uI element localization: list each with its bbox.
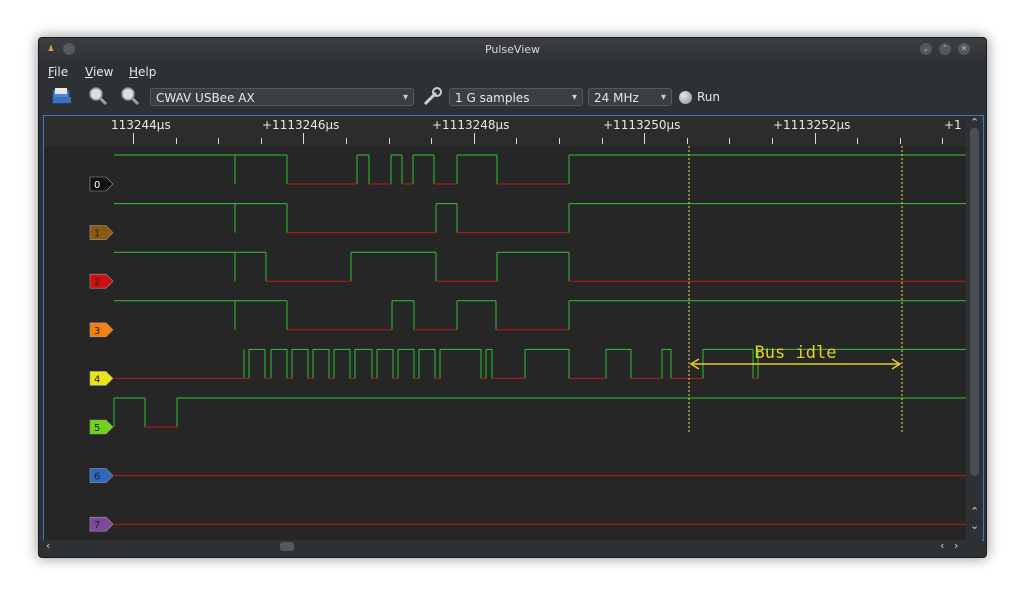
device-select[interactable]: CWAV USBee AX ▾ (150, 88, 414, 106)
close-icon[interactable]: ✕ (958, 43, 970, 55)
horizontal-scrollbar[interactable]: ‹ ‹ › (43, 540, 982, 553)
samples-select[interactable]: 1 G samples ▾ (449, 88, 583, 106)
menu-file[interactable]: File (48, 65, 68, 79)
ruler-tick (687, 138, 688, 144)
ruler-label: 113244µs (111, 118, 171, 132)
ruler-tick (559, 138, 560, 144)
scroll-right-icon[interactable]: › (954, 540, 958, 551)
zoom-in-icon[interactable] (87, 85, 109, 107)
ruler-tick (218, 138, 219, 144)
ruler-label: +1113250µs (603, 118, 681, 132)
scroll-down-icon[interactable]: ⌄ (970, 520, 979, 531)
chevron-down-icon: ▾ (571, 92, 577, 103)
ruler-tick (815, 133, 816, 144)
bus-idle-label: Bus idle (755, 343, 837, 363)
run-button[interactable]: Run (679, 87, 720, 107)
title-bar: ♟ · PulseView ⌄ ⌃ ✕ (39, 38, 986, 61)
chevron-down-icon: ▾ (402, 92, 408, 103)
scroll-up-icon[interactable]: ⌃ (970, 117, 979, 128)
channel-label: 0 (94, 180, 100, 191)
channel-label: 1 (94, 229, 100, 240)
ruler-tick (431, 138, 432, 144)
menu-help[interactable]: Help (129, 65, 156, 79)
channel-label: 5 (94, 423, 100, 434)
signal-traces[interactable]: Bus idle 0 1 2 3 4 5 6 7 (44, 146, 966, 540)
device-value: CWAV USBee AX (156, 91, 255, 105)
ruler-tick (857, 138, 858, 144)
ruler-tick (474, 133, 475, 144)
minimize-icon[interactable]: ⌄ (920, 43, 932, 55)
samplerate-value: 24 MHz (594, 91, 639, 105)
open-file-icon[interactable] (51, 85, 73, 107)
ruler-tick (516, 138, 517, 144)
ruler-label: +1113246µs (262, 118, 340, 132)
scroll-up-icon[interactable]: ⌃ (970, 506, 979, 517)
menu-view[interactable]: View (85, 65, 113, 79)
ruler-tick (133, 133, 134, 144)
ruler-tick (176, 138, 177, 144)
zoom-out-icon[interactable] (119, 85, 141, 107)
ruler-tick (261, 138, 262, 144)
run-icon (679, 91, 692, 104)
ruler-tick (900, 138, 901, 144)
toolbar: CWAV USBee AX ▾ 1 G samples ▾ 24 MHz ▾ R… (39, 81, 986, 113)
scroll-left-icon[interactable]: ‹ (940, 540, 944, 551)
ruler-tick (602, 138, 603, 144)
ruler-tick (942, 138, 943, 144)
time-ruler[interactable]: 113244µs +1113246µs +1113248µs +1113250µ… (44, 116, 966, 146)
device-config-icon[interactable] (422, 85, 444, 107)
ruler-tick (772, 138, 773, 144)
ruler-tick (644, 133, 645, 144)
run-label: Run (697, 90, 721, 104)
ruler-label: +1113252µs (773, 118, 851, 132)
ruler-tick (389, 138, 390, 144)
vertical-scrollbar[interactable]: ⌃ ⌃ ⌄ (966, 116, 983, 540)
channel-label: 7 (94, 520, 100, 531)
ruler-tick (346, 138, 347, 144)
ruler-label: +1 (944, 118, 962, 132)
ruler-tick (729, 138, 730, 144)
window-title: PulseView (484, 43, 541, 56)
maximize-icon[interactable]: ⌃ (939, 43, 951, 55)
ruler-label: +1113248µs (432, 118, 510, 132)
samplerate-select[interactable]: 24 MHz ▾ (588, 88, 672, 106)
pulseview-window: ♟ · PulseView ⌄ ⌃ ✕ File View Help CWAV … (38, 37, 987, 558)
menu-bar: File View Help (39, 61, 986, 81)
channel-label: 3 (94, 326, 100, 337)
chevron-down-icon: ▾ (660, 92, 666, 103)
channel-label: 4 (94, 374, 100, 385)
scroll-left-icon[interactable]: ‹ (46, 540, 50, 551)
ruler-tick (303, 133, 304, 144)
vertical-scroll-thumb[interactable] (970, 128, 979, 476)
trace-view[interactable]: 113244µs +1113246µs +1113248µs +1113250µ… (43, 115, 984, 541)
channel-label: 2 (94, 277, 100, 288)
channel-label: 6 (94, 472, 100, 483)
horizontal-scroll-thumb[interactable] (280, 542, 294, 551)
samples-value: 1 G samples (455, 91, 530, 105)
